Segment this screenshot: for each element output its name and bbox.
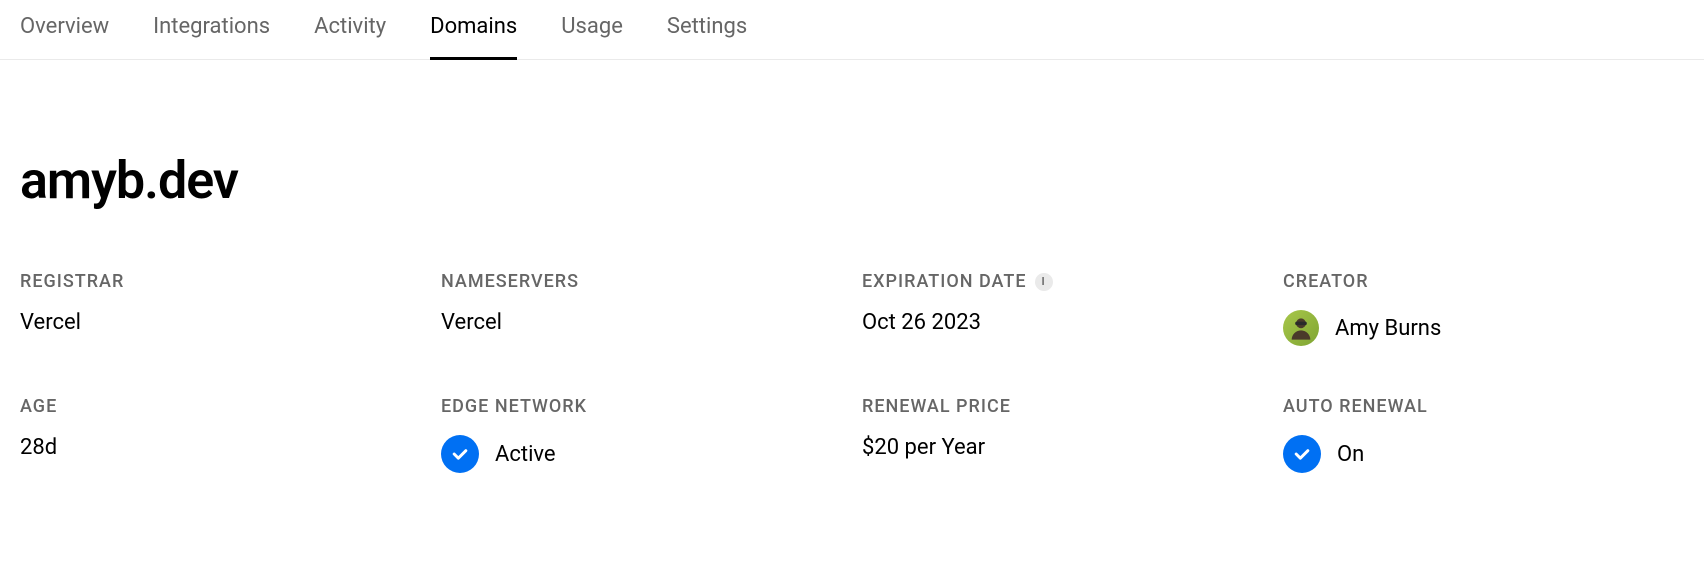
info-expiration: EXPIRATION DATE i Oct 26 2023 — [862, 271, 1263, 346]
tab-overview[interactable]: Overview — [20, 0, 109, 60]
info-nameservers: NAMESERVERS Vercel — [441, 271, 842, 346]
domain-info-grid: REGISTRAR Vercel NAMESERVERS Vercel EXPI… — [20, 271, 1684, 473]
info-label-renewal-price: RENEWAL PRICE — [862, 396, 1263, 417]
info-registrar: REGISTRAR Vercel — [20, 271, 421, 346]
info-value-expiration: Oct 26 2023 — [862, 310, 1263, 335]
info-label-expiration: EXPIRATION DATE i — [862, 271, 1263, 292]
info-edge-network: EDGE NETWORK Active — [441, 396, 842, 473]
check-circle-icon — [1283, 435, 1321, 473]
main-content: amyb.dev REGISTRAR Vercel NAMESERVERS Ve… — [0, 150, 1704, 473]
info-age: AGE 28d — [20, 396, 421, 473]
info-label-creator: CREATOR — [1283, 271, 1684, 292]
info-value-auto-renewal: On — [1283, 435, 1684, 473]
tab-nav: Overview Integrations Activity Domains U… — [0, 0, 1704, 60]
info-value-nameservers: Vercel — [441, 310, 842, 335]
info-value-renewal-price: $20 per Year — [862, 435, 1263, 460]
info-label-registrar: REGISTRAR — [20, 271, 421, 292]
info-value-creator: Amy Burns — [1283, 310, 1684, 346]
tab-domains[interactable]: Domains — [430, 0, 517, 60]
info-value-edge-network: Active — [441, 435, 842, 473]
tab-settings[interactable]: Settings — [667, 0, 747, 60]
tab-activity[interactable]: Activity — [314, 0, 386, 60]
info-value-registrar: Vercel — [20, 310, 421, 335]
tab-usage[interactable]: Usage — [561, 0, 623, 60]
tab-integrations[interactable]: Integrations — [153, 0, 270, 60]
info-value-auto-renewal-text: On — [1337, 442, 1364, 467]
info-renewal-price: RENEWAL PRICE $20 per Year — [862, 396, 1263, 473]
domain-name-title: amyb.dev — [20, 150, 1684, 211]
info-icon[interactable]: i — [1035, 273, 1053, 291]
info-label-auto-renewal: AUTO RENEWAL — [1283, 396, 1684, 417]
info-creator: CREATOR Amy Burns — [1283, 271, 1684, 346]
info-value-creator-name: Amy Burns — [1335, 316, 1441, 341]
info-label-nameservers: NAMESERVERS — [441, 271, 842, 292]
info-value-edge-network-text: Active — [495, 442, 556, 467]
avatar — [1283, 310, 1319, 346]
check-circle-icon — [441, 435, 479, 473]
info-value-age: 28d — [20, 435, 421, 460]
info-label-edge-network: EDGE NETWORK — [441, 396, 842, 417]
info-auto-renewal: AUTO RENEWAL On — [1283, 396, 1684, 473]
info-label-age: AGE — [20, 396, 421, 417]
info-label-expiration-text: EXPIRATION DATE — [862, 271, 1027, 292]
